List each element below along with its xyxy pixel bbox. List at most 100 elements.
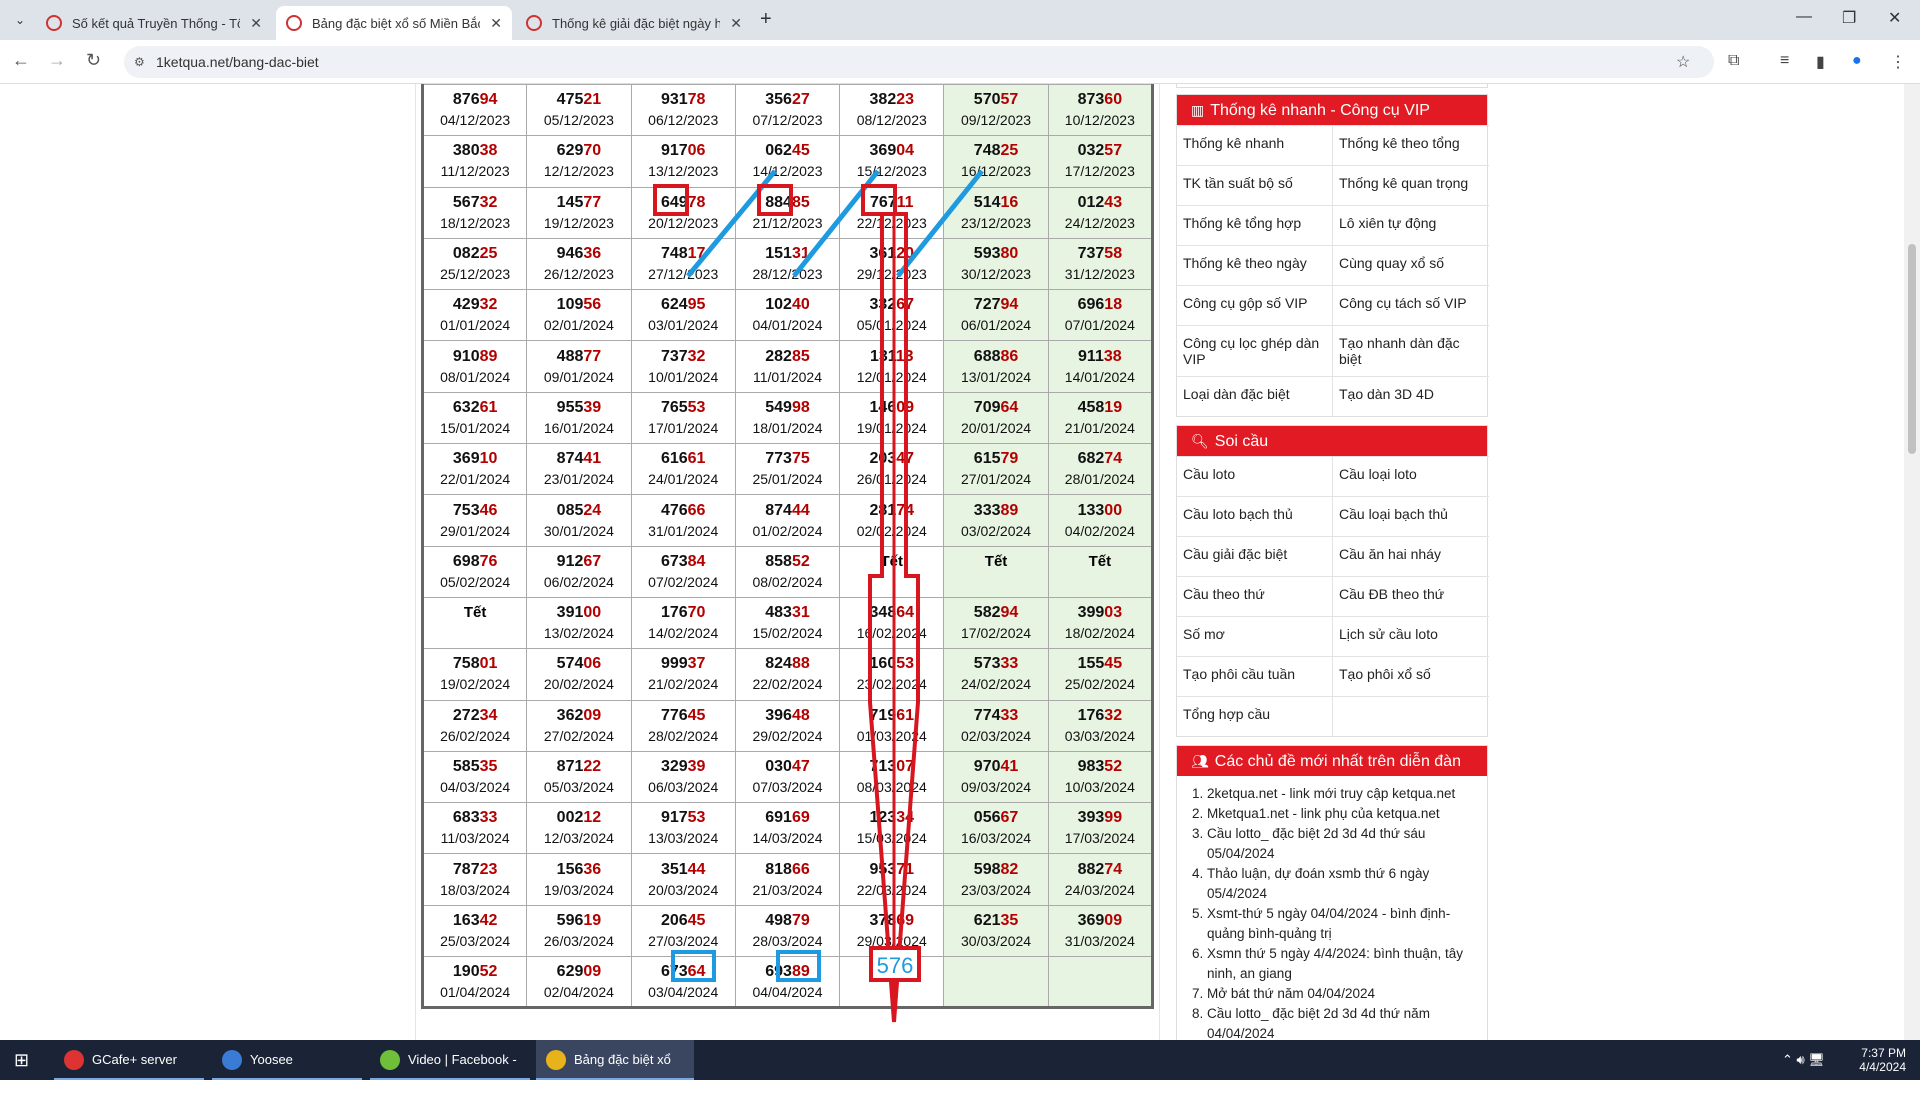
url-field[interactable]: ⚙ 1ketqua.net/bang-dac-biet bbox=[124, 46, 1714, 78]
soi-cau-link[interactable]: Cầu theo thứ bbox=[1177, 576, 1333, 616]
vip-tool-link[interactable]: Cùng quay xổ số bbox=[1333, 245, 1489, 285]
forum-topic-link[interactable]: Xsmn thứ 5 ngày 4/4/2024: bình thuận, tâ… bbox=[1207, 944, 1477, 984]
side-panel-icon[interactable]: ▮ bbox=[1816, 52, 1825, 72]
draw-date: 02/04/2024 bbox=[543, 983, 614, 1000]
taskbar-item-facebook[interactable]: Video | Facebook - ... bbox=[370, 1040, 530, 1107]
scrollbar-thumb[interactable] bbox=[1908, 244, 1916, 454]
draw-date: 01/03/2024 bbox=[856, 727, 927, 744]
forum-topic-link[interactable]: Thảo luận, dự đoán xsmb thứ 6 ngày 05/4/… bbox=[1207, 864, 1477, 904]
soi-cau-link[interactable]: Cầu loại bạch thủ bbox=[1333, 496, 1489, 536]
soi-cau-link[interactable]: Số mơ bbox=[1177, 616, 1333, 656]
soi-cau-link[interactable]: Cầu loto bbox=[1177, 456, 1333, 496]
bookmark-star-icon[interactable]: ☆ bbox=[1676, 52, 1690, 72]
forum-topic-link[interactable]: Mketqua1.net - link phụ của ketqua.net bbox=[1207, 804, 1477, 824]
vip-tool-link[interactable]: TK tần suất bộ số bbox=[1177, 165, 1333, 205]
new-tab-button[interactable]: + bbox=[760, 8, 772, 31]
taskbar-item-gcafe[interactable]: GCafe+ server 1.7.3.... bbox=[54, 1040, 204, 1107]
close-window-icon[interactable]: ✕ bbox=[1888, 8, 1901, 28]
draw-date: 19/02/2024 bbox=[440, 676, 511, 693]
taskbar-item-yoosee[interactable]: Yoosee bbox=[212, 1040, 362, 1080]
table-row: 16342 25/03/2024 59619 26/03/2024 20645 27/03… bbox=[421, 904, 1154, 958]
forum-topic-link[interactable]: Cầu lotto_ đặc biệt 2d 3d 4d thứ sáu 05/… bbox=[1207, 824, 1477, 864]
prize-number: 69876 bbox=[424, 552, 526, 572]
vip-tool-link[interactable]: Công cụ tách số VIP bbox=[1333, 285, 1489, 325]
vip-tool-link[interactable]: Tạo dàn 3D 4D bbox=[1333, 376, 1489, 416]
forum-topic-link[interactable]: Mở bát thứ năm 04/04/2024 bbox=[1207, 984, 1477, 1004]
site-info-icon[interactable]: ⚙ bbox=[134, 46, 145, 78]
soi-cau-link[interactable] bbox=[1333, 696, 1489, 736]
result-cell: 71961 01/03/2024 bbox=[839, 699, 945, 752]
vip-tool-link[interactable]: Thống kê theo tổng bbox=[1333, 125, 1489, 165]
result-cell: 77433 02/03/2024 bbox=[943, 699, 1049, 752]
soi-cau-link[interactable]: Tạo phôi xổ số bbox=[1333, 656, 1489, 696]
vip-tool-link[interactable]: Công cụ lọc ghép dàn VIP bbox=[1177, 325, 1333, 376]
draw-date: 11/03/2024 bbox=[440, 830, 510, 847]
forum-topic-link[interactable]: Cầu lotto_ đặc biệt 2d 3d 4d thứ năm 04/… bbox=[1207, 1004, 1477, 1040]
soi-cau-link[interactable]: Tổng hợp cầu bbox=[1177, 696, 1333, 736]
close-tab-icon[interactable]: ✕ bbox=[730, 15, 742, 32]
profile-icon[interactable]: ● bbox=[1852, 52, 1862, 70]
tab-search-icon[interactable]: ⌄ bbox=[10, 10, 30, 30]
close-tab-icon[interactable]: ✕ bbox=[250, 15, 262, 32]
prize-head-digits: 691 bbox=[765, 809, 792, 827]
clock[interactable]: 7:37 PM 4/4/2024 bbox=[1780, 1046, 1906, 1074]
restore-icon[interactable]: ❐ bbox=[1842, 8, 1856, 28]
vip-tool-link[interactable]: Công cụ gộp số VIP bbox=[1177, 285, 1333, 325]
draw-date: 01/01/2024 bbox=[440, 317, 511, 334]
forward-icon[interactable]: → bbox=[48, 50, 66, 71]
soi-cau-link[interactable]: Cầu giải đặc biệt bbox=[1177, 536, 1333, 576]
close-tab-icon[interactable]: ✕ bbox=[490, 15, 502, 32]
minimize-icon[interactable]: — bbox=[1796, 8, 1812, 26]
soi-cau-link[interactable]: Cầu ĐB theo thứ bbox=[1333, 576, 1489, 616]
draw-date: 17/12/2023 bbox=[1064, 163, 1135, 180]
menu-icon[interactable]: ⋮ bbox=[1890, 52, 1906, 72]
vip-tool-link[interactable]: Tạo nhanh dàn đặc biệt bbox=[1333, 325, 1489, 376]
result-cell: 87122 05/03/2024 bbox=[526, 750, 632, 804]
reload-icon[interactable]: ↻ bbox=[86, 50, 101, 71]
draw-date: 11/01/2024 bbox=[752, 368, 822, 385]
vip-tool-link[interactable]: Lô xiên tự động bbox=[1333, 205, 1489, 245]
soi-cau-link[interactable]: Cầu ăn hai nháy bbox=[1333, 536, 1489, 576]
forum-topic-link[interactable]: 2ketqua.net - link mới truy cập ketqua.n… bbox=[1207, 784, 1477, 804]
clock-time: 7:37 PM bbox=[1861, 1046, 1906, 1060]
media-icon[interactable]: ≡ bbox=[1780, 52, 1789, 70]
draw-date: 26/01/2024 bbox=[856, 471, 927, 488]
prize-number: 05667 bbox=[944, 808, 1047, 828]
result-cell: 62135 30/03/2024 bbox=[943, 904, 1049, 958]
vip-tool-link[interactable]: Loại dàn đặc biệt bbox=[1177, 376, 1333, 416]
soi-cau-link[interactable]: Tạo phôi cầu tuần bbox=[1177, 656, 1333, 696]
table-row: 27234 26/02/2024 36209 27/02/2024 77645 28/02… bbox=[421, 699, 1154, 752]
prize-head-digits: 475 bbox=[556, 91, 584, 109]
result-cell: 17632 03/03/2024 bbox=[1047, 699, 1154, 752]
soi-cau-link[interactable]: Lịch sử cầu loto bbox=[1333, 616, 1489, 656]
vip-tool-link[interactable]: Thống kê quan trọng bbox=[1333, 165, 1489, 205]
prize-head-digits: 917 bbox=[660, 142, 688, 160]
prize-tail-digits: 94 bbox=[1000, 296, 1019, 314]
tab-1[interactable]: Số kết quả Truyền Thống - Tổng ✕ bbox=[36, 6, 272, 40]
prize-number: 58294 bbox=[944, 603, 1047, 623]
page-scrollbar[interactable] bbox=[1904, 84, 1920, 1040]
prize-head-digits: 483 bbox=[765, 604, 792, 622]
vip-tool-link[interactable]: Thống kê theo ngày bbox=[1177, 245, 1333, 285]
tab-3[interactable]: Thống kê giải đặc biệt ngày hô ✕ bbox=[516, 6, 752, 40]
forum-topic-link[interactable]: Xsmt-thứ 5 ngày 04/04/2024 - bình định-q… bbox=[1207, 904, 1477, 944]
vip-tool-link[interactable]: Thống kê nhanh bbox=[1177, 125, 1333, 165]
prize-head-digits: 774 bbox=[973, 706, 1001, 724]
prize-number: 71961 bbox=[840, 706, 943, 726]
result-cell: 77375 25/01/2024 bbox=[734, 443, 841, 496]
vip-tool-link[interactable]: Thống kê tổng hợp bbox=[1177, 205, 1333, 245]
draw-date: 12/01/2024 bbox=[856, 368, 927, 385]
back-icon[interactable]: ← bbox=[12, 50, 30, 71]
prize-number: 03047 bbox=[736, 757, 839, 777]
taskbar-item-chrome[interactable]: Bảng đặc biệt xổ số... bbox=[536, 1040, 694, 1107]
windows-start-icon[interactable]: ⊞ bbox=[14, 1050, 29, 1071]
soi-cau-link[interactable]: Cầu loại loto bbox=[1333, 456, 1489, 496]
prize-tail-digits: 74 bbox=[896, 501, 915, 519]
extensions-icon[interactable]: ⧉ bbox=[1728, 52, 1739, 70]
prize-number: 08225 bbox=[424, 244, 526, 264]
soi-cau-link[interactable]: Cầu loto bạch thủ bbox=[1177, 496, 1333, 536]
prize-head-digits: 176 bbox=[1077, 706, 1105, 724]
prize-number: 62909 bbox=[527, 962, 630, 982]
draw-date: 13/01/2024 bbox=[961, 368, 1032, 385]
tab-2-active[interactable]: Bảng đặc biệt xổ số Miền Bắc tr ✕ bbox=[276, 6, 512, 40]
